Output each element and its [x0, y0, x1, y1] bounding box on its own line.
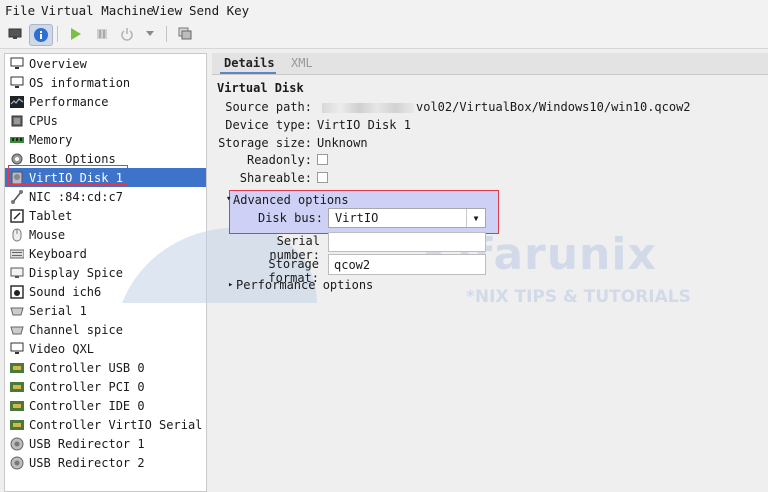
- run-icon[interactable]: [66, 24, 84, 44]
- sidebar-item-label: Display Spice: [29, 265, 123, 280]
- tab-bar: Details XML: [212, 53, 768, 75]
- storage-format-value: qcow2: [334, 258, 371, 272]
- channel-icon: [10, 323, 24, 337]
- sidebar-item-performance[interactable]: Performance: [5, 92, 206, 111]
- performance-options-expander[interactable]: Performance options: [236, 278, 373, 292]
- sidebar-item-label: NIC :84:cd:c7: [29, 189, 123, 204]
- sidebar-item-label: Serial 1: [29, 303, 87, 318]
- controller-icon: [10, 380, 24, 394]
- menu-send-key[interactable]: Send Key: [189, 3, 249, 18]
- sidebar-item-usb-redirector-1[interactable]: USB Redirector 1: [5, 434, 206, 453]
- sidebar-item-label: Controller IDE 0: [29, 398, 145, 413]
- sidebar-item-controller-ide-0[interactable]: Controller IDE 0: [5, 396, 206, 415]
- usb-icon: [10, 437, 24, 451]
- section-title: Virtual Disk: [217, 81, 304, 95]
- sidebar-item-label: Controller PCI 0: [29, 379, 145, 394]
- monitor-icon: [10, 342, 24, 356]
- source-path-value: vol02/VirtualBox/Windows10/win10.qcow2: [322, 100, 691, 114]
- chevron-down-icon: ▾: [226, 194, 232, 204]
- gear-icon: [10, 152, 24, 166]
- sidebar-item-label: Tablet: [29, 208, 73, 223]
- device-type-label: Device type:: [225, 118, 312, 132]
- readonly-checkbox[interactable]: [317, 154, 328, 165]
- power-icon[interactable]: [118, 24, 136, 44]
- details-pane: Kifarunix *NIX TIPS & TUTORIALS Details …: [122, 53, 768, 491]
- serial-icon: [10, 304, 24, 318]
- sidebar-item-label: Sound ich6: [29, 284, 102, 299]
- storage-format-field[interactable]: qcow2: [328, 254, 486, 275]
- source-path-text: vol02/VirtualBox/Windows10/win10.qcow2: [416, 100, 691, 114]
- advanced-options-expander[interactable]: Advanced options: [233, 193, 349, 207]
- highlight-box: [8, 165, 128, 185]
- sidebar-item-label: USB Redirector 2: [29, 455, 145, 470]
- chevron-down-icon: ▼: [466, 209, 485, 227]
- sidebar-item-label: Performance: [29, 94, 109, 109]
- sidebar-item-controller-pci-0[interactable]: Controller PCI 0: [5, 377, 206, 396]
- sidebar-item-memory[interactable]: Memory: [5, 130, 206, 149]
- disk-bus-label: Disk bus:: [257, 211, 323, 225]
- sidebar-item-label: Keyboard: [29, 246, 87, 261]
- menu-file[interactable]: File: [5, 3, 35, 18]
- sidebar-item-label: USB Redirector 1: [29, 436, 145, 451]
- monitor-icon: [10, 76, 24, 90]
- sidebar-item-label: Boot Options: [29, 151, 116, 166]
- chevron-right-icon: ▸: [228, 280, 234, 290]
- controller-icon: [10, 418, 24, 432]
- sidebar-item-label: Channel spice: [29, 322, 123, 337]
- sidebar-item-label: Controller VirtIO Serial 0: [29, 417, 207, 432]
- sidebar-item-controller-usb-0[interactable]: Controller USB 0: [5, 358, 206, 377]
- sound-icon: [10, 284, 24, 299]
- monitor-icon: [10, 57, 24, 71]
- keyboard-icon: [10, 247, 24, 261]
- toolbar: [0, 20, 768, 49]
- sidebar-item-label: Mouse: [29, 227, 66, 242]
- usb-icon: [10, 456, 24, 470]
- sidebar-item-label: CPUs: [29, 113, 58, 128]
- redacted-path: [322, 102, 414, 113]
- monitor-icon[interactable]: [6, 24, 24, 44]
- device-type-value: VirtIO Disk 1: [317, 118, 411, 132]
- watermark-tagline: *NIX TIPS & TUTORIALS: [466, 287, 691, 307]
- menu-virtual-machine[interactable]: Virtual Machine: [41, 3, 154, 18]
- dropdown-icon[interactable]: [143, 24, 157, 44]
- sidebar-item-label: Controller USB 0: [29, 360, 145, 375]
- info-icon[interactable]: [29, 24, 53, 46]
- storage-size-value: Unknown: [317, 136, 368, 150]
- sidebar-item-label: Memory: [29, 132, 73, 147]
- controller-icon: [10, 361, 24, 375]
- sidebar-item-label: Overview: [29, 56, 87, 71]
- sidebar-item-label: Video QXL: [29, 341, 95, 356]
- readonly-label: Readonly:: [246, 153, 312, 167]
- storage-size-label: Storage size:: [218, 136, 312, 150]
- menu-view[interactable]: View: [152, 3, 182, 18]
- sidebar-item-os-information[interactable]: OS information: [5, 73, 206, 92]
- sidebar-item-label: OS information: [29, 75, 131, 90]
- sidebar-item-cpus[interactable]: CPUs: [5, 111, 206, 130]
- serial-number-field[interactable]: [328, 232, 486, 252]
- tab-details[interactable]: Details: [224, 56, 275, 70]
- pause-icon[interactable]: [93, 24, 111, 44]
- disk-bus-value: VirtIO: [335, 211, 379, 225]
- shareable-label: Shareable:: [239, 171, 312, 185]
- source-path-label: Source path:: [225, 100, 312, 114]
- active-tab-indicator: [220, 72, 276, 74]
- network-icon: [10, 189, 24, 204]
- sidebar-item-usb-redirector-2[interactable]: USB Redirector 2: [5, 453, 206, 472]
- shareable-checkbox[interactable]: [317, 172, 328, 183]
- disk-bus-select[interactable]: VirtIO ▼: [328, 208, 486, 228]
- controller-icon: [10, 399, 24, 413]
- sidebar-item-controller-virtio-serial-0[interactable]: Controller VirtIO Serial 0: [5, 415, 206, 434]
- sidebar-item-video-qxl[interactable]: Video QXL: [5, 339, 206, 358]
- memory-icon: [10, 133, 24, 147]
- cpu-icon: [10, 114, 24, 128]
- sidebar-item-overview[interactable]: Overview: [5, 54, 206, 73]
- migrate-icon[interactable]: [176, 24, 194, 44]
- performance-icon: [10, 95, 24, 109]
- tablet-icon: [10, 208, 24, 223]
- tab-xml[interactable]: XML: [291, 56, 313, 70]
- menu-bar: File Virtual Machine View Send Key: [0, 0, 768, 20]
- display-icon: [10, 266, 24, 280]
- mouse-icon: [10, 228, 24, 242]
